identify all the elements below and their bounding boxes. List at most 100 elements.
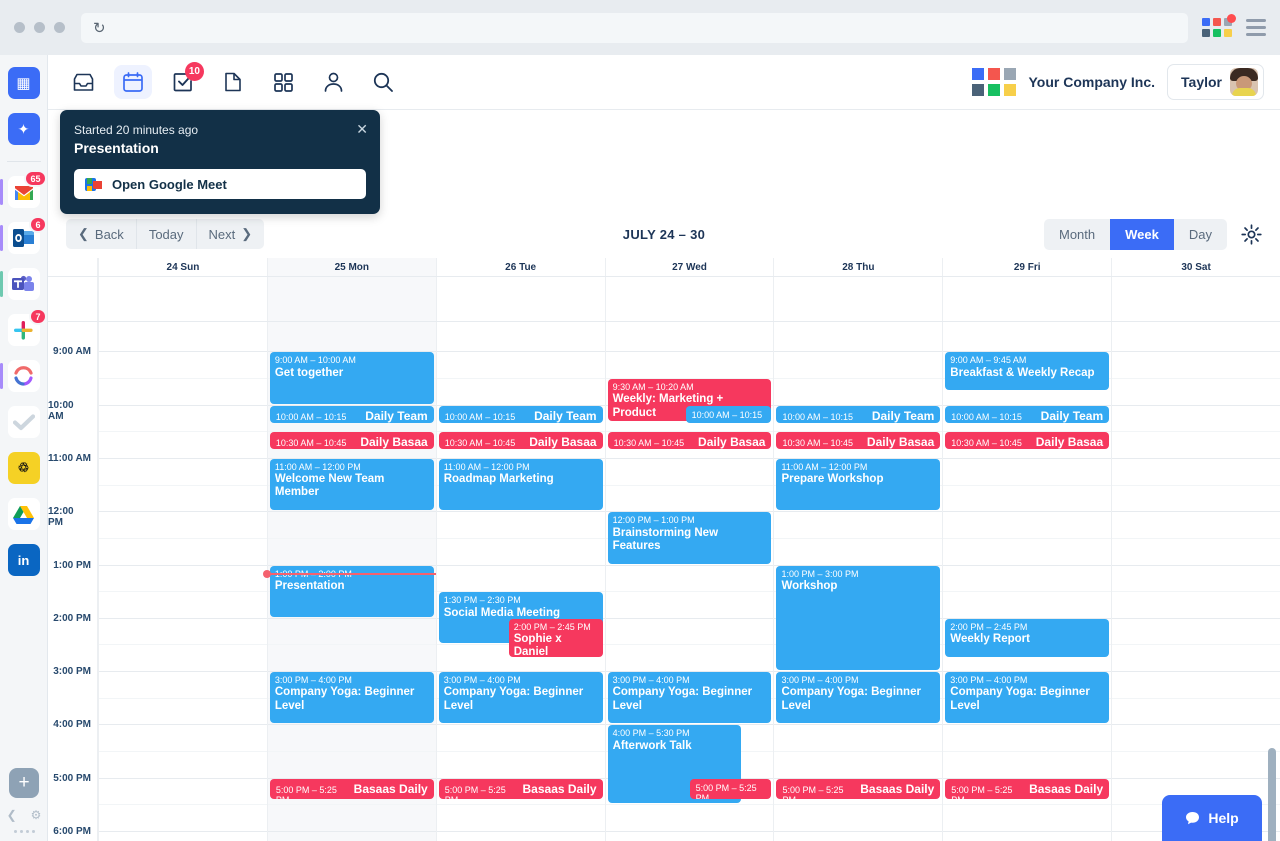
rail-item-apps-launcher[interactable]: ▦ <box>7 67 40 99</box>
nav-inbox[interactable] <box>64 65 102 99</box>
calendar-event[interactable]: 10:00 AM – 10:15 AM Daily Team <box>269 405 434 423</box>
calendar-event[interactable]: 10:00 AM – 10:15 AM Daily Team <box>776 405 941 423</box>
view-day[interactable]: Day <box>1174 219 1227 250</box>
vertical-scrollbar[interactable] <box>1268 748 1276 841</box>
calendar-event[interactable]: 3:00 PM – 4:00 PM Company Yoga: Beginner … <box>945 672 1110 724</box>
today-button[interactable]: Today <box>135 219 196 249</box>
calendar-event[interactable]: 12:00 PM – 1:00 PM Brainstorming New Feat… <box>607 512 772 564</box>
calendar-event[interactable]: 11:00 AM – 12:00 PM Welcome New Team Memb… <box>269 458 434 511</box>
calendar-event[interactable]: 1:00 PM – 3:00 PM Workshop <box>776 565 941 671</box>
open-google-meet-button[interactable]: Open Google Meet <box>74 169 366 199</box>
apps-grid-icon[interactable] <box>1202 14 1236 37</box>
gear-icon[interactable] <box>1241 223 1262 245</box>
nav-search[interactable] <box>364 65 402 99</box>
time-label: 9:00 AM <box>53 346 91 358</box>
rail-item-microsoft-teams[interactable] <box>0 268 40 300</box>
calendar-event[interactable]: 9:00 AM – 9:45 AM Breakfast & Weekly Reca… <box>945 352 1110 391</box>
all-day-cell[interactable] <box>435 277 605 321</box>
rail-item-miro[interactable]: ♲ <box>7 452 40 484</box>
all-day-cell[interactable] <box>266 277 436 321</box>
rail-item-google-drive[interactable] <box>7 498 40 530</box>
rail-item-workspace-switcher[interactable]: ✦ <box>7 113 40 145</box>
day-column-mon[interactable]: 9:00 AM – 10:00 AM Get together 10:00 AM –… <box>262 322 436 841</box>
window-close-dot[interactable] <box>14 22 25 33</box>
nav-contacts[interactable] <box>314 65 352 99</box>
google-meet-icon <box>85 177 102 191</box>
reload-icon[interactable]: ↻ <box>93 19 106 37</box>
hamburger-menu-icon[interactable] <box>1246 19 1266 36</box>
nav-documents[interactable] <box>214 65 252 99</box>
calendar-event[interactable]: 5:00 PM – 5:25 PM Basaas Daily <box>945 778 1110 799</box>
calendar-event[interactable]: 10:00 AM – 10:15 AM Daily Team <box>945 405 1110 423</box>
nav-apps[interactable] <box>264 65 302 99</box>
window-maximize-dot[interactable] <box>54 22 65 33</box>
calendar-event[interactable]: 3:00 PM – 4:00 PM Company Yoga: Beginner … <box>607 672 772 724</box>
next-button[interactable]: Next ❯ <box>195 219 265 249</box>
calendar-event[interactable]: 5:00 PM – 5:25 PM Basaas Daily <box>776 778 941 799</box>
calendar-event[interactable]: 11:00 AM – 12:00 PM Prepare Workshop <box>776 458 941 511</box>
calendar-event[interactable]: 9:00 AM – 10:00 AM Get together <box>269 352 434 404</box>
day-column-fri[interactable]: 9:00 AM – 9:45 AM Breakfast & Weekly Reca… <box>942 322 1112 841</box>
nav-tasks[interactable]: 10 <box>164 62 204 99</box>
rail-item-todoist[interactable] <box>7 406 40 438</box>
day-header-fri[interactable]: 29 Fri <box>942 258 1111 276</box>
all-day-cell[interactable] <box>98 277 267 321</box>
calendar-event[interactable]: 10:30 AM – 10:45 AM Daily Basaa <box>607 432 772 450</box>
calendar-event[interactable]: 10:30 AM – 10:45 AM Daily Basaa <box>438 432 603 450</box>
day-column-thu[interactable]: 10:00 AM – 10:15 AM Daily Team 10:30 AM – … <box>773 322 943 841</box>
event-title: Sophie x Daniel <box>513 633 562 657</box>
calendar-event[interactable]: 10:00 AM – 10:15 AM Daily Team <box>438 405 603 423</box>
calendar-event[interactable]: 5:00 PM – 5:25 PM Basaas Daily <box>438 778 603 799</box>
event-title: Basaas Daily <box>353 781 428 796</box>
calendar-event[interactable]: 3:00 PM – 4:00 PM Company Yoga: Beginner … <box>269 672 434 724</box>
gear-icon[interactable]: ⚙ <box>31 808 42 822</box>
view-week[interactable]: Week <box>1110 218 1174 250</box>
chevron-left-icon[interactable]: ❮ <box>7 808 17 822</box>
half-hour-gridline <box>605 644 774 646</box>
rail-item-asana[interactable] <box>0 360 40 392</box>
back-button[interactable]: ❮ Back <box>66 219 136 249</box>
day-header-mon[interactable]: 25 Mon <box>266 258 436 276</box>
all-day-cell[interactable] <box>773 277 942 321</box>
calendar-event[interactable]: 10:30 AM – 10:45 AM Daily Basaa <box>945 432 1110 450</box>
help-button[interactable]: Help <box>1162 795 1262 841</box>
calendar-event[interactable]: 10:30 AM – 10:45 AM Daily Basaa <box>269 432 434 450</box>
calendar-event[interactable]: 10:00 AM – 10:15 <box>685 405 772 423</box>
view-month[interactable]: Month <box>1044 219 1110 250</box>
calendar-event[interactable]: 10:30 AM – 10:45 AM Daily Basaa <box>776 432 941 450</box>
rail-item-linkedin[interactable]: in <box>7 544 40 576</box>
day-column-sat[interactable] <box>1111 322 1280 841</box>
day-column-tue[interactable]: 10:00 AM – 10:15 AM Daily Team 10:30 AM – … <box>435 322 605 841</box>
window-minimize-dot[interactable] <box>34 22 45 33</box>
chrome-actions <box>1202 14 1266 37</box>
window-controls[interactable] <box>14 22 65 33</box>
day-header-thu[interactable]: 28 Thu <box>773 258 942 276</box>
nav-calendar[interactable] <box>114 65 152 99</box>
all-day-cell[interactable] <box>1111 277 1280 321</box>
calendar-event[interactable]: 5:00 PM – 5:25 PM <box>689 778 772 799</box>
all-day-cell[interactable] <box>604 277 774 321</box>
address-bar[interactable]: ↻ <box>81 12 1188 43</box>
day-header-wed[interactable]: 27 Wed <box>604 258 774 276</box>
rail-item-outlook[interactable]: 6 <box>0 216 47 254</box>
close-icon[interactable]: ✕ <box>356 121 368 138</box>
event-title: Daily Basaa <box>866 435 935 450</box>
day-header-tue[interactable]: 26 Tue <box>435 258 605 276</box>
calendar-event[interactable]: 11:00 AM – 12:00 PM Roadmap Marketing <box>438 458 603 511</box>
all-day-cell[interactable] <box>942 277 1111 321</box>
calendar-event[interactable]: 5:00 PM – 5:25 PM Basaas Daily <box>269 778 434 799</box>
user-menu[interactable]: Taylor <box>1167 64 1264 100</box>
calendar-event[interactable]: 3:00 PM – 4:00 PM Company Yoga: Beginner … <box>776 672 941 724</box>
day-header-sun[interactable]: 24 Sun <box>98 258 267 276</box>
rail-item-gmail[interactable]: 65 <box>0 170 47 208</box>
event-title: Weekly Report <box>950 633 1030 646</box>
calendar-event[interactable]: 3:00 PM – 4:00 PM Company Yoga: Beginner … <box>438 672 603 724</box>
calendar-event[interactable]: 2:00 PM – 2:45 PM Sophie x Daniel <box>508 618 603 657</box>
day-column-wed[interactable]: 9:30 AM – 10:20 AM Weekly: Marketing + Pr… <box>604 322 774 841</box>
calendar-event[interactable]: 2:00 PM – 2:45 PM Weekly Report <box>945 618 1110 657</box>
rail-item-slack[interactable]: 7 <box>7 308 47 346</box>
day-header-sat[interactable]: 30 Sat <box>1111 258 1280 276</box>
rail-drag-handle[interactable] <box>13 830 35 833</box>
day-column-sun[interactable] <box>98 322 267 841</box>
add-app-button[interactable]: + <box>9 768 39 798</box>
